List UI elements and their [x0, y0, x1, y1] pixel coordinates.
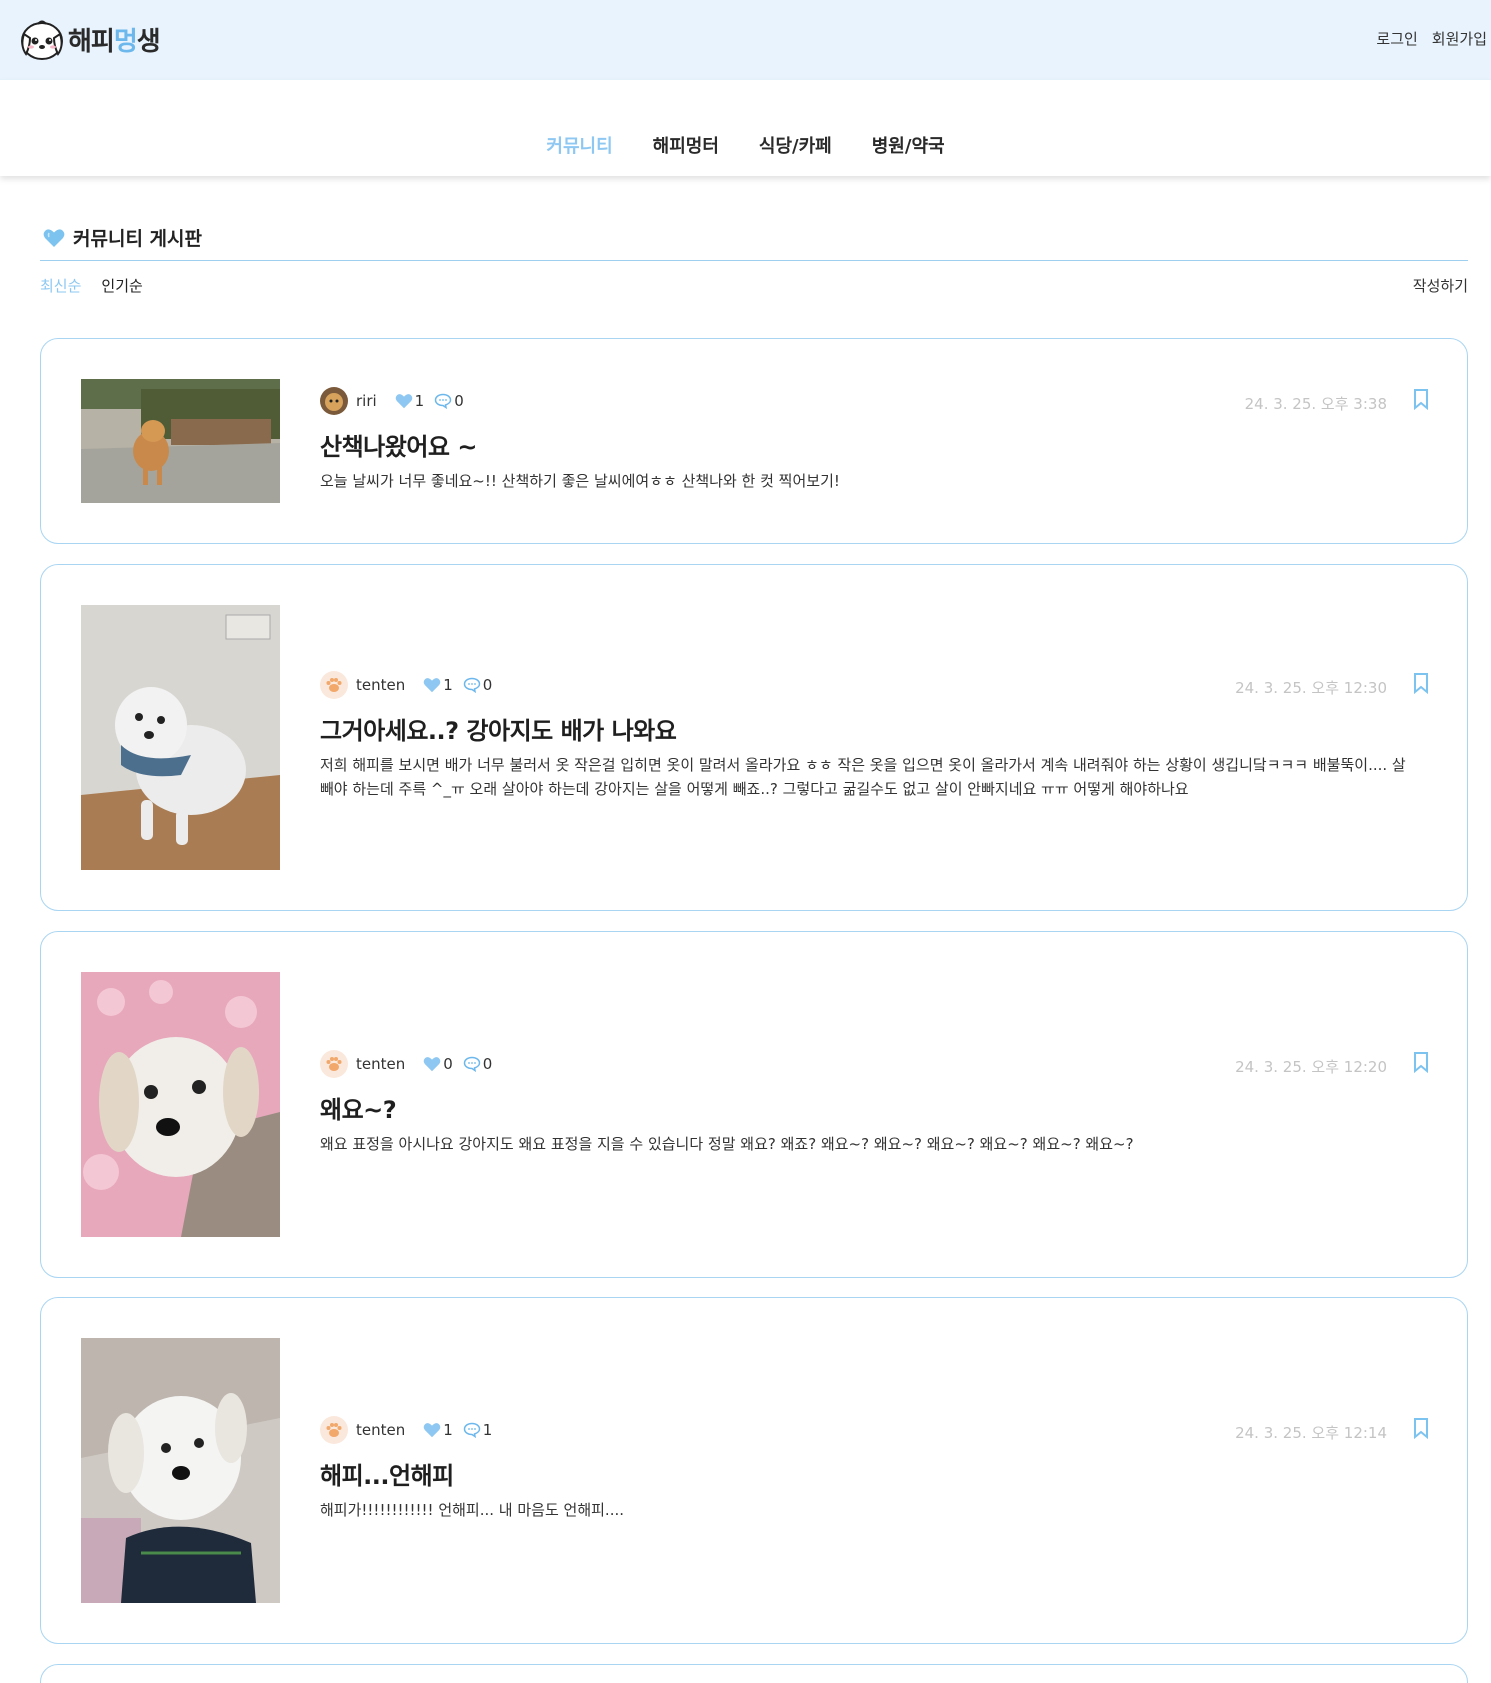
paw-icon: [320, 1416, 348, 1444]
logo[interactable]: 해피멍생: [18, 16, 161, 62]
nav-community[interactable]: 커뮤니티: [546, 132, 612, 158]
post-title[interactable]: 그거아세요..? 강아지도 배가 나와요: [320, 711, 677, 746]
auth-links: 로그인 회원가입: [1376, 28, 1487, 49]
nav-hospital-pharmacy[interactable]: 병원/약국: [872, 132, 945, 158]
heart-icon: [423, 678, 441, 693]
bookmark-icon[interactable]: [1413, 1417, 1429, 1439]
board-title-text: 커뮤니티 게시판: [73, 228, 202, 250]
divider: [40, 260, 1468, 261]
comment-count[interactable]: 1: [463, 1421, 492, 1439]
post-author[interactable]: tenten: [356, 1421, 405, 1439]
post-thumbnail: [81, 605, 280, 870]
bookmark-icon[interactable]: [1413, 1051, 1429, 1073]
write-button[interactable]: 작성하기: [1413, 275, 1468, 296]
comment-count[interactable]: 0: [463, 1055, 492, 1073]
post-thumbnail: [81, 1338, 280, 1603]
post-excerpt[interactable]: 해피가!!!!!!!!!!!! 언해피... 내 마음도 언해피....: [320, 1498, 1419, 1522]
comment-count[interactable]: 0: [463, 676, 492, 694]
dog-mascot-icon: [21, 20, 63, 60]
login-link[interactable]: 로그인: [1376, 28, 1417, 49]
post-author[interactable]: riri: [356, 392, 377, 410]
post-card[interactable]: tenten 1 0 24. 3. 25. 오후 12:30 그거아세요..? …: [40, 564, 1468, 911]
comment-icon: [434, 393, 452, 409]
logo-text: 해피멍생: [68, 26, 161, 57]
post-card[interactable]: tenten 0 0 24. 3. 25. 오후 12:20 왜요~? 왜요 표…: [40, 931, 1468, 1278]
avatar[interactable]: [320, 1416, 348, 1444]
post-date: 24. 3. 25. 오후 12:30: [1235, 679, 1387, 697]
post-date: 24. 3. 25. 오후 12:20: [1235, 1058, 1387, 1076]
post-thumbnail: [81, 379, 280, 503]
paw-icon: [320, 1050, 348, 1078]
comment-icon: [463, 1056, 481, 1072]
heart-icon: [423, 1423, 441, 1438]
post-meta: tenten 0 0: [320, 1050, 502, 1078]
like-count[interactable]: 1: [423, 1421, 453, 1439]
main-navigation: 커뮤니티 해피멍터 식당/카페 병원/약국: [0, 80, 1491, 176]
sort-popular[interactable]: 인기순: [101, 275, 142, 296]
heart-icon: [43, 228, 65, 247]
heart-icon: [423, 1057, 441, 1072]
post-date: 24. 3. 25. 오후 3:38: [1244, 395, 1387, 413]
post-excerpt[interactable]: 오늘 날씨가 너무 좋네요~!! 산책하기 좋은 날씨에여ㅎㅎ 산책나와 한 컷…: [320, 469, 1419, 493]
bookmark-icon[interactable]: [1413, 388, 1429, 410]
post-title[interactable]: 해피...언해피: [320, 1456, 454, 1491]
board-title: 커뮤니티 게시판: [43, 224, 202, 251]
post-author[interactable]: tenten: [356, 676, 405, 694]
post-card[interactable]: riri 1 0 24. 3. 25. 오후 3:38 산책나왔어요 ~ 오늘 …: [40, 338, 1468, 544]
post-author[interactable]: tenten: [356, 1055, 405, 1073]
like-count[interactable]: 1: [423, 676, 453, 694]
sort-latest[interactable]: 최신순: [40, 275, 81, 296]
avatar[interactable]: [320, 387, 348, 415]
comment-count[interactable]: 0: [434, 392, 464, 410]
heart-icon: [395, 394, 412, 409]
post-excerpt[interactable]: 왜요 표정을 아시나요 강아지도 왜요 표정을 지을 수 있습니다 정말 왜요?…: [320, 1132, 1419, 1156]
signup-link[interactable]: 회원가입: [1432, 28, 1487, 49]
post-meta: tenten 1 1: [320, 1416, 502, 1444]
avatar[interactable]: [320, 671, 348, 699]
like-count[interactable]: 1: [395, 392, 424, 410]
comment-icon: [463, 677, 481, 693]
top-header: 해피멍생 로그인 회원가입: [0, 0, 1491, 80]
like-count[interactable]: 0: [423, 1055, 453, 1073]
post-date: 24. 3. 25. 오후 12:14: [1235, 1424, 1387, 1442]
sort-options: 최신순 인기순: [40, 275, 143, 296]
paw-icon: [320, 671, 348, 699]
avatar[interactable]: [320, 1050, 348, 1078]
post-thumbnail: [81, 972, 280, 1237]
post-meta: riri 1 0: [320, 387, 474, 415]
comment-icon: [463, 1422, 481, 1438]
nav-restaurant-cafe[interactable]: 식당/카페: [759, 132, 832, 158]
post-card[interactable]: [40, 1664, 1468, 1683]
post-title[interactable]: 산책나왔어요 ~: [320, 427, 477, 462]
nav-happy-mentor[interactable]: 해피멍터: [653, 132, 719, 158]
bookmark-icon[interactable]: [1413, 672, 1429, 694]
post-title[interactable]: 왜요~?: [320, 1090, 397, 1125]
post-excerpt[interactable]: 저희 해피를 보시면 배가 너무 불러서 옷 작은걸 입히면 옷이 말려서 올라…: [320, 753, 1419, 801]
post-meta: tenten 1 0: [320, 671, 502, 699]
post-card[interactable]: tenten 1 1 24. 3. 25. 오후 12:14 해피...언해피 …: [40, 1297, 1468, 1644]
